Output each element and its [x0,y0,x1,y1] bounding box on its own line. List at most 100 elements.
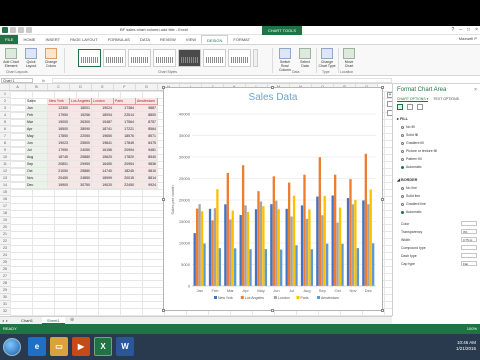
cell[interactable] [10,175,26,182]
chart-style-thumb[interactable] [78,49,101,67]
value-cell[interactable]: 19023 [48,140,70,147]
value-cell[interactable]: 20801 [48,161,70,168]
pane-field-input[interactable] [461,245,477,250]
month-cell[interactable]: Apr [26,126,48,133]
ie-taskbar-icon[interactable]: e [28,337,46,356]
row-header[interactable]: 8 [0,140,10,147]
table-header-cell[interactable]: Los Angeles [70,98,92,105]
radio-icon[interactable] [401,194,404,198]
value-cell[interactable]: 24050 [70,147,92,154]
row-header[interactable]: 10 [0,154,10,161]
cell[interactable] [10,98,26,105]
tab-format[interactable]: FORMAT [228,35,255,44]
switch-row-column-button[interactable]: Switch Row/ Column [276,48,294,72]
tab-insert[interactable]: INSERT [40,35,65,44]
value-cell[interactable]: 28090 [70,126,92,133]
cell[interactable] [10,105,26,112]
row-header[interactable]: 26 [0,266,10,273]
cell[interactable] [10,168,26,175]
pane-close-icon[interactable]: × [474,87,477,93]
add-chart-element-button[interactable]: Add Chart Element [2,48,20,68]
value-cell[interactable]: 8800 [136,112,158,119]
row-header[interactable]: 4 [0,112,10,119]
fill-option[interactable]: Solid fill [401,133,418,137]
gallery-scroll[interactable] [253,49,258,67]
value-cell[interactable]: 17845 [114,140,136,147]
chart-style-thumb[interactable] [153,49,176,67]
user-name[interactable]: Maxwell P [459,36,477,41]
resize-handle[interactable] [162,309,165,312]
border-option[interactable]: No line [401,186,417,190]
row-header[interactable]: 7 [0,133,10,140]
row-header[interactable]: 19 [0,217,10,224]
value-cell[interactable]: 8571 [136,133,158,140]
start-button-icon[interactable] [3,338,21,356]
chart-style-thumb[interactable] [128,49,151,67]
value-cell[interactable]: 18999 [92,175,114,182]
month-cell[interactable]: Sep [26,161,48,168]
row-header[interactable]: 6 [0,126,10,133]
radio-icon[interactable] [401,202,404,206]
cell[interactable] [10,112,26,119]
excel-taskbar-icon[interactable]: X [94,337,112,356]
row-header[interactable]: 1 [0,91,10,98]
border-option[interactable]: Solid line [401,194,420,198]
sheet-tab-sheet1[interactable]: Sheet1 [42,317,65,324]
value-cell[interactable]: 12300 [48,105,70,112]
row-header[interactable]: 28 [0,280,10,287]
save-icon[interactable] [10,27,16,33]
resize-handle[interactable] [162,198,165,201]
row-header[interactable]: 23 [0,245,10,252]
chart-area[interactable]: Sales Data 0 5000 10000 15000 20000 25000 3000… [162,86,384,312]
value-cell[interactable]: 15487 [92,119,114,126]
row-header[interactable]: 9 [0,147,10,154]
month-cell[interactable]: Jun [26,140,48,147]
change-colors-button[interactable]: Change Colors [42,48,60,68]
tab-data[interactable]: DATA [135,35,155,44]
fill-line-icon[interactable] [397,104,403,110]
sheet-nav-arrows-icon[interactable]: ◂▸ [2,318,10,323]
row-header[interactable]: 14 [0,182,10,189]
tab-view[interactable]: VIEW [181,35,201,44]
word-taskbar-icon[interactable]: W [116,337,134,356]
row-header[interactable]: 5 [0,119,10,126]
tab-text-options[interactable]: TEXT OPTIONS [433,97,459,102]
fill-option[interactable]: Pattern fill [401,157,422,161]
chart-style-thumb[interactable] [203,49,226,67]
value-cell[interactable]: 8757 [136,119,158,126]
pane-field-input[interactable]: 0.75 pt [461,237,477,242]
month-cell[interactable]: May [26,133,48,140]
resize-handle[interactable] [271,86,274,89]
cell[interactable] [10,140,26,147]
value-cell[interactable]: 18245 [114,168,136,175]
value-cell[interactable]: 19650 [92,133,114,140]
radio-icon[interactable] [401,141,404,145]
row-header[interactable]: 18 [0,210,10,217]
month-cell[interactable]: Dec [26,182,48,189]
close-button[interactable]: × [475,27,478,33]
value-cell[interactable]: 25500 [70,140,92,147]
row-header[interactable]: 25 [0,259,10,266]
row-header[interactable]: 3 [0,105,10,112]
row-header[interactable]: 15 [0,189,10,196]
fx-icon[interactable]: fx [42,78,45,83]
column-header[interactable]: B [26,84,48,90]
radio-icon[interactable] [401,125,404,129]
value-cell[interactable]: 18745 [48,154,70,161]
row-header[interactable]: 22 [0,238,10,245]
system-tray-clock[interactable]: 10:46 AM 1/21/2015 [456,340,476,352]
row-header[interactable]: 31 [0,301,10,308]
value-cell[interactable]: 14740 [92,168,114,175]
value-cell[interactable]: 17850 [48,133,70,140]
value-cell[interactable]: 19000 [48,119,70,126]
tab-file[interactable]: FILE [0,35,19,44]
cell[interactable] [10,133,26,140]
pane-field-input[interactable] [461,221,477,226]
column-header[interactable]: D [70,84,92,90]
value-cell[interactable]: 20954 [114,161,136,168]
row-header[interactable]: 11 [0,161,10,168]
value-cell[interactable]: 18576 [114,133,136,140]
row-header[interactable]: 20 [0,224,10,231]
tab-review[interactable]: REVIEW [155,35,181,44]
row-header[interactable]: 13 [0,175,10,182]
